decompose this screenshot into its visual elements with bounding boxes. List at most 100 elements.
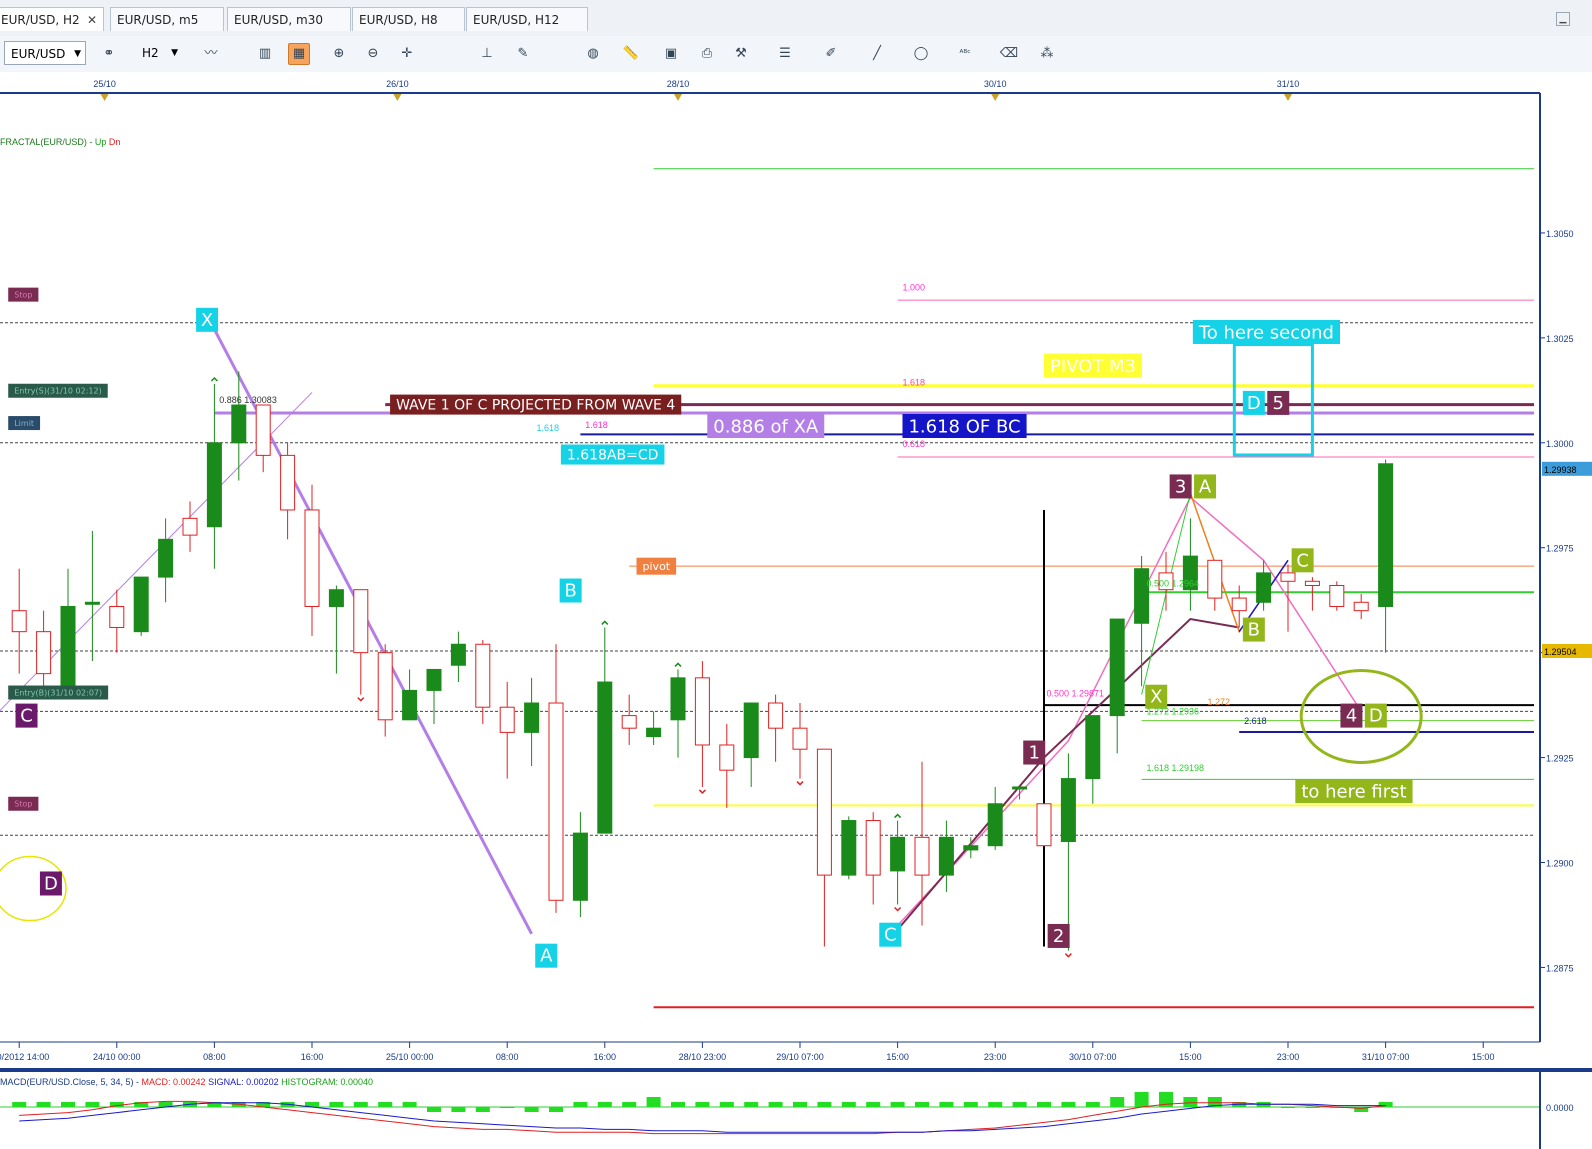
period-separator-icon[interactable]: ⊥ [476, 43, 498, 65]
pattern-marker: C [20, 706, 33, 727]
globe-icon[interactable]: ◍ [582, 43, 604, 65]
template-icon[interactable]: ✎ [512, 43, 534, 65]
candle-body [353, 589, 369, 654]
fib-label: 1.618 1.29198 [1146, 763, 1204, 773]
time-tick-label: 08:00 [496, 1052, 519, 1062]
macd-histogram-bar [1110, 1097, 1125, 1107]
chart-label: To here second [1198, 322, 1334, 343]
print-icon[interactable]: ⎙ [696, 43, 718, 65]
minimize-icon[interactable]: ▁ [1556, 12, 1570, 26]
candle-body [670, 677, 686, 721]
chevron-down-icon: ▼ [171, 48, 178, 58]
candle-body [1012, 786, 1028, 790]
candle-body [792, 727, 808, 750]
macd-histogram-bar [890, 1102, 905, 1107]
horizontal-line-icon[interactable]: ☰ [774, 43, 796, 65]
macd-histogram-bar [12, 1102, 27, 1107]
screenshot-icon[interactable]: ▣ [660, 43, 682, 65]
candle-body [109, 605, 125, 628]
pen-icon[interactable]: ✐ [820, 43, 842, 65]
price-chart[interactable]: 25/10 26/10 28/10 30/10 31/10 WAVE 1 OF C PR… [0, 72, 1592, 1149]
macd-histogram-bar [915, 1102, 929, 1107]
candle-body [402, 689, 418, 721]
macd-histogram-bar [1037, 1102, 1051, 1107]
price-tick-label: 1.2900 [1546, 859, 1574, 869]
price-badge: 1.29504 [1544, 647, 1577, 657]
macd-histogram-bar [1085, 1102, 1100, 1107]
zoom-in-icon[interactable]: ⊕ [328, 43, 350, 65]
candle-body [1304, 580, 1320, 586]
macd-histogram-bar [768, 1102, 783, 1107]
candle-body [377, 652, 393, 721]
macd-histogram-bar [61, 1102, 75, 1107]
macd-histogram-bar [963, 1102, 978, 1107]
candle-body [158, 538, 174, 578]
symbol-select[interactable]: EUR/USD ▼ [4, 41, 86, 65]
candle-body [84, 601, 100, 605]
text-label-icon[interactable]: ᴬᴮᶜ [954, 43, 976, 65]
tab-eurusd-m5[interactable]: EUR/USD, m5 [110, 7, 224, 31]
pattern-marker: A [1199, 476, 1212, 497]
bar-chart-icon[interactable]: ▥ [254, 43, 276, 65]
candle-body [719, 744, 735, 771]
candle-body [1207, 559, 1223, 599]
fib-label: 1.618 [585, 420, 608, 430]
time-tick-label: /10/2012 14:00 [0, 1052, 49, 1062]
close-icon[interactable]: ✕ [87, 8, 97, 32]
timeframe-value: H2 [142, 46, 159, 60]
pattern-marker: B [1248, 620, 1260, 641]
pattern-marker: C [884, 925, 897, 946]
candle-body [694, 677, 710, 746]
indicator-icon[interactable]: ⚒ [730, 43, 752, 65]
link-icon[interactable]: ⚭ [98, 43, 120, 65]
macd-histogram-bar [500, 1107, 515, 1108]
top-date-label: 28/10 [667, 79, 690, 89]
trend-line-icon[interactable]: ╱ [866, 43, 888, 65]
pattern-marker: B [564, 581, 576, 602]
chart-label: PIVOT M3 [1050, 356, 1136, 377]
macd-histogram-bar [573, 1102, 588, 1107]
chart-label: Stop [14, 291, 32, 300]
tab-eurusd-h2[interactable]: EUR/USD, H2 ✕ [0, 7, 104, 31]
candle-body [865, 820, 881, 876]
ellipse-icon[interactable]: ◯ [910, 43, 932, 65]
top-date-label: 26/10 [386, 79, 409, 89]
tab-eurusd-m30[interactable]: EUR/USD, m30 [227, 7, 351, 31]
crosshair-icon[interactable]: ✛ [396, 43, 418, 65]
macd-histogram-bar [646, 1097, 661, 1107]
macd-histogram-bar [451, 1107, 466, 1112]
candle-body [914, 836, 930, 876]
zoom-out-icon[interactable]: ⊖ [362, 43, 384, 65]
chart-label: Entry(B)(31/10 02:07) [14, 688, 102, 697]
candle-body [328, 589, 344, 607]
candle-body [1109, 618, 1125, 717]
candle-body [36, 631, 52, 675]
ruler-icon[interactable]: 📏 [620, 43, 642, 65]
candle-chart-icon[interactable]: ▦ [288, 43, 310, 65]
pattern-marker: A [540, 946, 553, 967]
macd-histogram-bar [988, 1102, 1003, 1107]
tab-label: EUR/USD, H12 [473, 13, 560, 27]
timeframe-select[interactable]: H2 ▼ [136, 41, 182, 65]
tab-eurusd-h8[interactable]: EUR/USD, H8 [352, 7, 465, 31]
candle-body [1085, 715, 1101, 780]
time-tick-label: 23:00 [1277, 1052, 1300, 1062]
time-tick-label: 15:00 [1179, 1052, 1202, 1062]
eraser-icon[interactable]: ⌫ [998, 43, 1020, 65]
chevron-down-icon: ▼ [74, 49, 81, 59]
macd-histogram-bar [719, 1102, 734, 1107]
fib-label: 0.500 1.29871 [1046, 689, 1104, 699]
time-tick-label: 16:00 [594, 1052, 617, 1062]
fib-label: 2.618 [1244, 716, 1267, 726]
chart-label: 0.886 of XA [713, 416, 819, 437]
line-chart-icon[interactable]: 〰 [200, 43, 222, 65]
chart-label: to here first [1301, 782, 1406, 803]
pattern-icon[interactable]: ⁂ [1036, 43, 1058, 65]
time-tick-label: 28/10 23:00 [679, 1052, 727, 1062]
indicator-up: Up [95, 137, 107, 147]
tab-eurusd-h12[interactable]: EUR/USD, H12 [466, 7, 588, 31]
candle-body [499, 706, 515, 733]
candle-body [548, 702, 564, 901]
price-tick-label: 1.3050 [1546, 229, 1574, 239]
candle-body [1353, 601, 1369, 612]
